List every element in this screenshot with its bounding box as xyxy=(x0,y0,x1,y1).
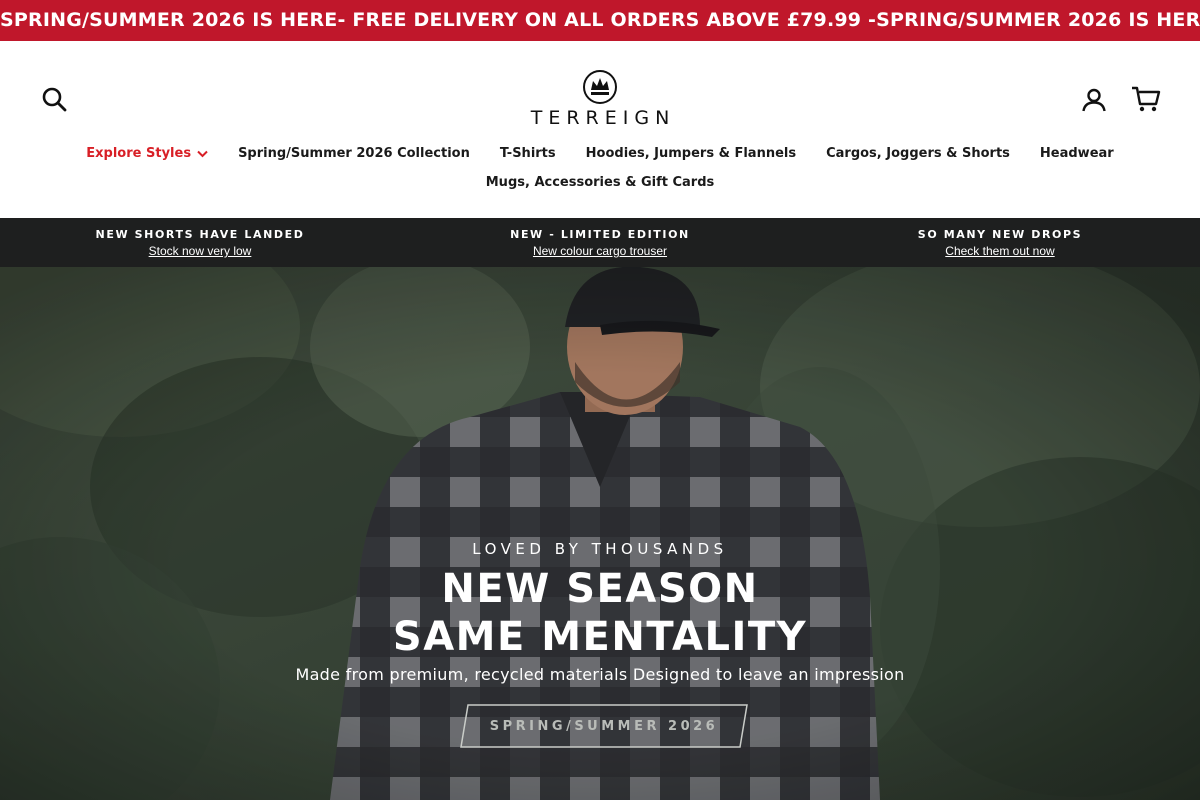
cart-button[interactable] xyxy=(1130,84,1162,114)
promo-link[interactable]: New colour cargo trouser xyxy=(533,244,667,259)
hero-headline-line-1: NEW SEASON xyxy=(441,566,759,612)
promo-item: NEW - LIMITED EDITION New colour cargo t… xyxy=(400,218,800,267)
nav-item-cargos[interactable]: Cargos, Joggers & Shorts xyxy=(811,145,1025,163)
nav-item-spring-summer[interactable]: Spring/Summer 2026 Collection xyxy=(223,145,485,163)
hero-headline: NEW SEASON SAME MENTALITY xyxy=(0,565,1200,661)
logo-wordmark: TERREIGN xyxy=(530,107,676,129)
spring-summer-cta-button[interactable]: SPRING/SUMMER 2026 xyxy=(460,704,748,748)
account-icon xyxy=(1082,88,1106,112)
promo-strip: NEW SHORTS HAVE LANDED Stock now very lo… xyxy=(0,218,1200,267)
search-button[interactable] xyxy=(40,85,68,113)
main-nav-row-2: Mugs, Accessories & Gift Cards xyxy=(0,174,1200,192)
promo-title: NEW SHORTS HAVE LANDED xyxy=(95,228,305,241)
cart-icon xyxy=(1132,86,1161,112)
chevron-down-icon xyxy=(197,150,208,158)
promo-title: SO MANY NEW DROPS xyxy=(917,228,1083,241)
nav-item-explore-styles[interactable]: Explore Styles xyxy=(71,145,223,163)
cta-label: SPRING/SUMMER 2026 xyxy=(489,718,719,734)
announcement-text-repeat: SPRING/SUMMER 2026 IS HERE- FREE DELIVER… xyxy=(876,9,1200,31)
site-logo[interactable]: TERREIGN xyxy=(510,69,690,133)
nav-item-headwear[interactable]: Headwear xyxy=(1025,145,1129,163)
search-icon xyxy=(42,87,67,112)
account-button[interactable] xyxy=(1080,85,1108,115)
nav-item-hoodies[interactable]: Hoodies, Jumpers & Flannels xyxy=(571,145,811,163)
site-header: TERREIGN Explore Styles Spring/Summer 20… xyxy=(0,41,1200,218)
announcement-bar: SPRING/SUMMER 2026 IS HERE- FREE DELIVER… xyxy=(0,0,1200,41)
hero-banner: LOVED BY THOUSANDS NEW SEASON SAME MENTA… xyxy=(0,267,1200,800)
nav-item-mugs-accessories[interactable]: Mugs, Accessories & Gift Cards xyxy=(471,174,730,192)
crown-logo-icon xyxy=(583,70,617,104)
promo-link[interactable]: Stock now very low xyxy=(149,244,252,259)
nav-item-label: Explore Styles xyxy=(86,146,192,161)
hero-headline-line-2: SAME MENTALITY xyxy=(392,614,808,660)
promo-link[interactable]: Check them out now xyxy=(945,244,1054,259)
main-nav: Explore Styles Spring/Summer 2026 Collec… xyxy=(0,145,1200,163)
promo-item: NEW SHORTS HAVE LANDED Stock now very lo… xyxy=(0,218,400,267)
promo-item: SO MANY NEW DROPS Check them out now xyxy=(800,218,1200,267)
hero-subline: Made from premium, recycled materials De… xyxy=(295,665,905,684)
hero-eyebrow: LOVED BY THOUSANDS xyxy=(472,540,728,558)
nav-item-t-shirts[interactable]: T-Shirts xyxy=(485,145,571,163)
promo-title: NEW - LIMITED EDITION xyxy=(510,228,690,241)
announcement-text: SPRING/SUMMER 2026 IS HERE- FREE DELIVER… xyxy=(0,9,877,31)
